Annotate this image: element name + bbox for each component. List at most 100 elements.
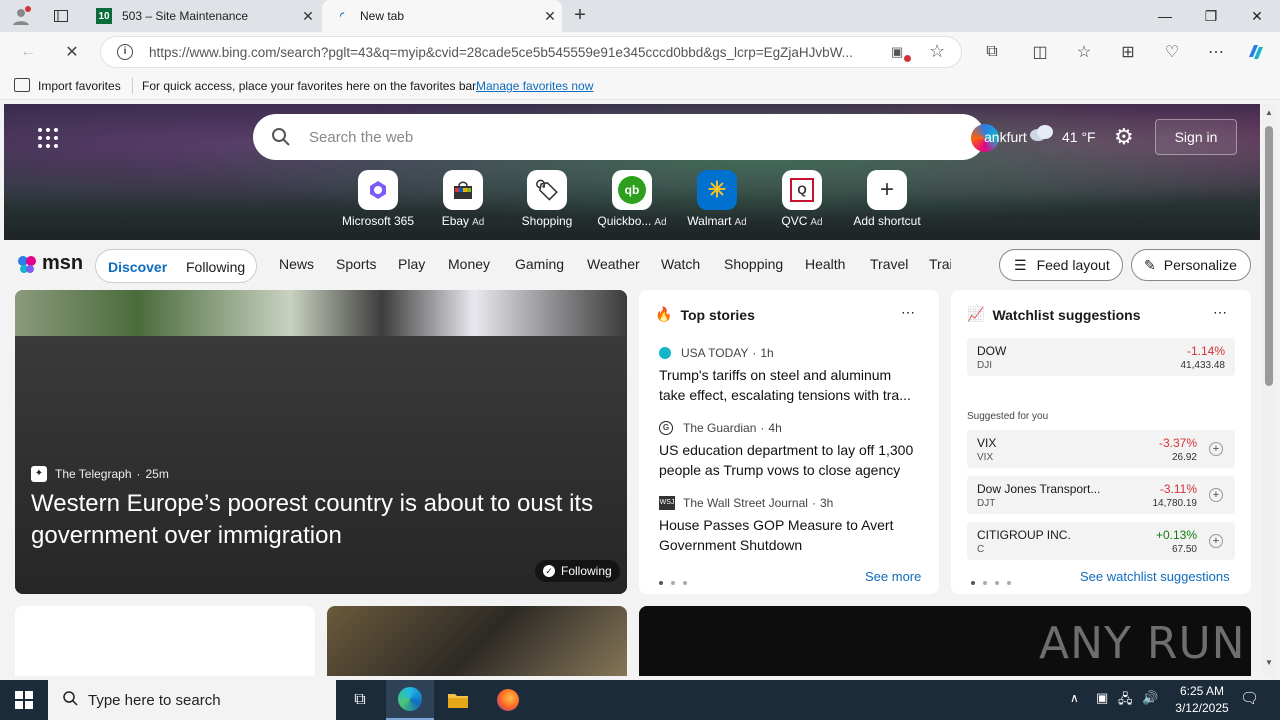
import-favorites-link[interactable]: Import favorites (38, 79, 121, 93)
close-window-button[interactable]: ✕ (1234, 0, 1280, 32)
collections-icon[interactable]: ⊞ (1114, 38, 1142, 66)
tab-site-maintenance[interactable]: 10 503 – Site Maintenance ✕ (84, 0, 320, 32)
extensions-icon[interactable]: ⧉ (978, 38, 1006, 66)
stop-loading-icon[interactable]: ✕ (58, 38, 86, 66)
restore-button[interactable]: ❐ (1188, 0, 1234, 32)
story-title[interactable]: US education department to lay off 1,300… (659, 440, 921, 480)
qvc-icon: Q (782, 170, 822, 210)
quicklink-ebay[interactable]: Ebay Ad (423, 170, 503, 228)
feed-card-blank[interactable] (15, 606, 315, 676)
feed-layout-button[interactable]: ☰ Feed layout (999, 249, 1123, 281)
nav-play[interactable]: Play (398, 256, 425, 272)
quicklink-shopping[interactable]: 🏷 Shopping (507, 170, 587, 228)
edge-app-icon[interactable] (386, 680, 434, 720)
stock-row-vix[interactable]: VIX VIX -3.37% 26.92 + (967, 430, 1235, 468)
add-to-watchlist-icon[interactable]: + (1209, 442, 1223, 456)
add-to-watchlist-icon[interactable]: + (1209, 488, 1223, 502)
nav-health[interactable]: Health (805, 256, 845, 272)
more-options-icon[interactable]: ⋯ (901, 304, 915, 321)
notifications-icon[interactable]: 🗨 (1240, 689, 1259, 707)
settings-gear-icon[interactable]: ⚙ (1114, 124, 1134, 150)
network-icon[interactable]: 🖧 (1118, 690, 1133, 712)
personalize-button[interactable]: ✎ Personalize (1131, 249, 1251, 281)
split-screen-icon[interactable]: ◫ (1026, 38, 1054, 66)
add-shortcut-button[interactable]: + Add shortcut (847, 170, 927, 228)
info-icon[interactable]: i (117, 44, 133, 60)
tab-new-tab[interactable]: ◜ New tab ✕ (322, 0, 562, 32)
see-more-link[interactable]: See more (865, 569, 921, 584)
copilot-icon[interactable] (1242, 38, 1270, 66)
sign-in-button[interactable]: Sign in (1155, 119, 1237, 155)
story-title[interactable]: Trump's tariffs on steel and aluminum ta… (659, 365, 921, 405)
page-scrollbar[interactable]: ▲ ▼ (1262, 104, 1276, 676)
story-title[interactable]: House Passes GOP Measure to Avert Govern… (659, 515, 921, 555)
add-to-watchlist-icon[interactable]: + (1209, 534, 1223, 548)
close-tab-icon[interactable]: ✕ (538, 8, 562, 25)
stock-name: Dow Jones Transport... (977, 482, 1101, 496)
tracking-prevention-icon[interactable]: ▣ (891, 44, 911, 62)
lead-title[interactable]: Western Europe’s poorest country is abou… (31, 488, 621, 552)
import-favorites-icon[interactable] (14, 78, 30, 92)
feed-card-photo[interactable] (327, 606, 627, 676)
volume-icon[interactable]: 🔊 (1142, 690, 1158, 706)
quicklink-walmart[interactable]: ✳ Walmart Ad (677, 170, 757, 228)
lead-story-card[interactable]: ✦ The Telegraph · 25m Western Europe’s p… (15, 290, 627, 594)
stock-row-dow[interactable]: DOW DJI -1.14% 41,433.48 (967, 338, 1235, 376)
scrollbar-thumb[interactable] (1265, 126, 1273, 386)
pager-dots[interactable] (971, 574, 1019, 588)
close-tab-icon[interactable]: ✕ (296, 8, 320, 25)
nav-watch[interactable]: Watch (661, 256, 700, 272)
clock-time[interactable]: 6:25 AM (1172, 684, 1232, 698)
file-explorer-icon[interactable] (434, 680, 482, 720)
nav-traffic[interactable]: Trai (929, 256, 951, 272)
weather-temp[interactable]: 41 °F (1062, 129, 1096, 145)
feed-card-dark[interactable]: ANY RUN (639, 606, 1251, 676)
nav-weather[interactable]: Weather (587, 256, 640, 272)
profile-icon[interactable] (8, 4, 34, 28)
search-box[interactable]: Search the web (253, 114, 999, 160)
back-icon[interactable]: ← (14, 38, 42, 66)
start-button[interactable] (0, 680, 48, 720)
nav-money[interactable]: Money (448, 256, 490, 272)
tray-app-icon[interactable]: ▣ (1096, 690, 1108, 706)
tab-discover[interactable]: Discover (108, 259, 167, 275)
ad-badge: Ad (810, 217, 823, 228)
quicklink-microsoft-365[interactable]: Microsoft 365 (338, 170, 418, 228)
pager-dots[interactable] (659, 574, 695, 588)
task-view-icon[interactable]: ⧉ (336, 680, 384, 720)
tab-following[interactable]: Following (186, 259, 245, 275)
favorites-icon[interactable]: ☆ (1070, 38, 1098, 66)
show-hidden-icons[interactable]: ∧ (1070, 691, 1079, 705)
minimize-button[interactable]: — (1142, 0, 1188, 32)
msn-logo[interactable]: msn (16, 252, 83, 275)
nav-gaming[interactable]: Gaming (515, 256, 564, 272)
see-watchlist-link[interactable]: See watchlist suggestions (1080, 569, 1230, 584)
settings-more-icon[interactable]: ⋯ (1202, 38, 1230, 66)
nav-sports[interactable]: Sports (336, 256, 376, 272)
scroll-down-icon[interactable]: ▼ (1265, 658, 1273, 667)
quicklink-quickbooks[interactable]: qb Quickbo... Ad (592, 170, 672, 228)
address-bar[interactable]: i https://www.bing.com/search?pglt=43&q=… (100, 36, 962, 68)
taskbar-search[interactable]: Type here to search (48, 680, 336, 720)
wsj-icon: WSJ (659, 496, 675, 510)
firefox-icon[interactable] (484, 680, 532, 720)
nav-news[interactable]: News (279, 256, 314, 272)
tab-actions-icon[interactable] (48, 4, 74, 28)
favorite-star-icon[interactable]: ☆ (929, 41, 945, 62)
manage-favorites-link[interactable]: Manage favorites now (476, 79, 593, 93)
stock-row-citigroup[interactable]: CITIGROUP INC. C +0.13% 67.50 + (967, 522, 1235, 560)
clock-date[interactable]: 3/12/2025 (1168, 701, 1236, 715)
scroll-up-icon[interactable]: ▲ (1265, 108, 1273, 117)
stock-row-djt[interactable]: Dow Jones Transport... DJT -3.11% 14,780… (967, 476, 1235, 514)
apps-launcher-icon[interactable] (38, 128, 58, 148)
nav-shopping[interactable]: Shopping (724, 256, 783, 272)
nav-travel[interactable]: Travel (870, 256, 908, 272)
more-options-icon[interactable]: ⋯ (1213, 304, 1227, 321)
quicklink-qvc[interactable]: Q QVC Ad (762, 170, 842, 228)
weather-city[interactable]: ankfurt (984, 129, 1027, 145)
guardian-icon: G (659, 421, 673, 435)
search-input[interactable]: Search the web (309, 129, 413, 146)
performance-icon[interactable]: ♡ (1158, 38, 1186, 66)
new-tab-button[interactable]: + (568, 4, 592, 28)
following-badge[interactable]: ✓ Following (535, 560, 620, 582)
